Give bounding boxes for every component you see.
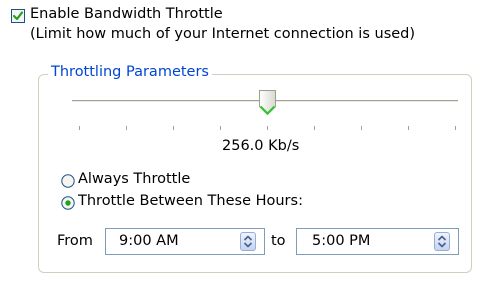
from-time-spinner[interactable] xyxy=(240,232,256,251)
enable-throttle-label[interactable]: Enable Bandwidth Throttle xyxy=(30,6,223,22)
slider-tick xyxy=(173,126,174,130)
bandwidth-rate-label: 256.0 Kb/s xyxy=(222,138,300,154)
slider-tick xyxy=(220,126,221,130)
always-throttle-label[interactable]: Always Throttle xyxy=(78,171,190,187)
to-label: to xyxy=(271,233,286,249)
slider-tick xyxy=(455,126,456,130)
slider-tick xyxy=(79,126,80,130)
to-time-spinner[interactable] xyxy=(434,232,450,251)
to-time-value: 5:00 PM xyxy=(312,233,371,249)
always-throttle-radio[interactable] xyxy=(61,174,75,188)
group-title: Throttling Parameters xyxy=(48,64,212,80)
slider-tick xyxy=(314,126,315,130)
to-time-input[interactable]: 5:00 PM xyxy=(296,228,459,255)
radio-selected-icon xyxy=(61,196,75,210)
from-time-value: 9:00 AM xyxy=(119,233,179,249)
slider-tick xyxy=(267,126,268,130)
checkmark-icon xyxy=(12,11,24,21)
slider-thumb-icon xyxy=(259,90,276,116)
from-label: From xyxy=(57,233,93,249)
slider-tick xyxy=(361,126,362,130)
throttle-between-hours-radio[interactable] xyxy=(61,196,75,210)
slider-tick xyxy=(126,126,127,130)
bandwidth-slider[interactable] xyxy=(258,89,277,116)
enable-throttle-checkbox[interactable] xyxy=(11,9,25,23)
enable-throttle-note: (Limit how much of your Internet connect… xyxy=(30,26,416,42)
radio-unselected-icon xyxy=(61,174,75,188)
up-down-spinner-icon xyxy=(243,235,253,248)
slider-tick xyxy=(408,126,409,130)
up-down-spinner-icon xyxy=(437,235,447,248)
from-time-input[interactable]: 9:00 AM xyxy=(105,228,265,255)
throttle-between-hours-label[interactable]: Throttle Between These Hours: xyxy=(78,193,303,209)
